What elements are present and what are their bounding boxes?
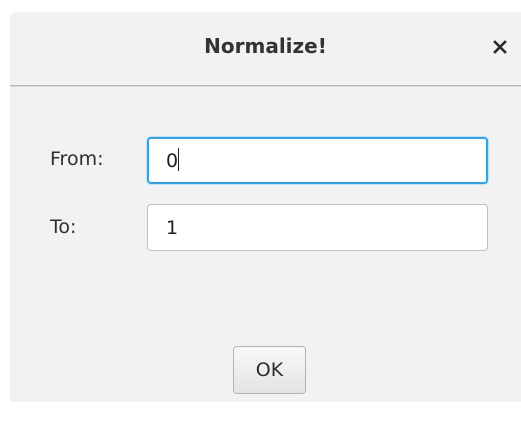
from-label: From: [50,148,104,170]
ok-button[interactable]: OK [233,346,306,394]
to-input[interactable] [147,204,488,251]
dialog-title: Normalize! [204,34,327,58]
text-caret [178,148,179,171]
close-button[interactable] [485,32,515,62]
to-label: To: [50,216,77,238]
from-input[interactable] [147,137,488,184]
close-icon [493,40,507,54]
normalize-dialog: Normalize! From: To: OK [10,12,521,402]
dialog-titlebar: Normalize! [10,12,521,86]
